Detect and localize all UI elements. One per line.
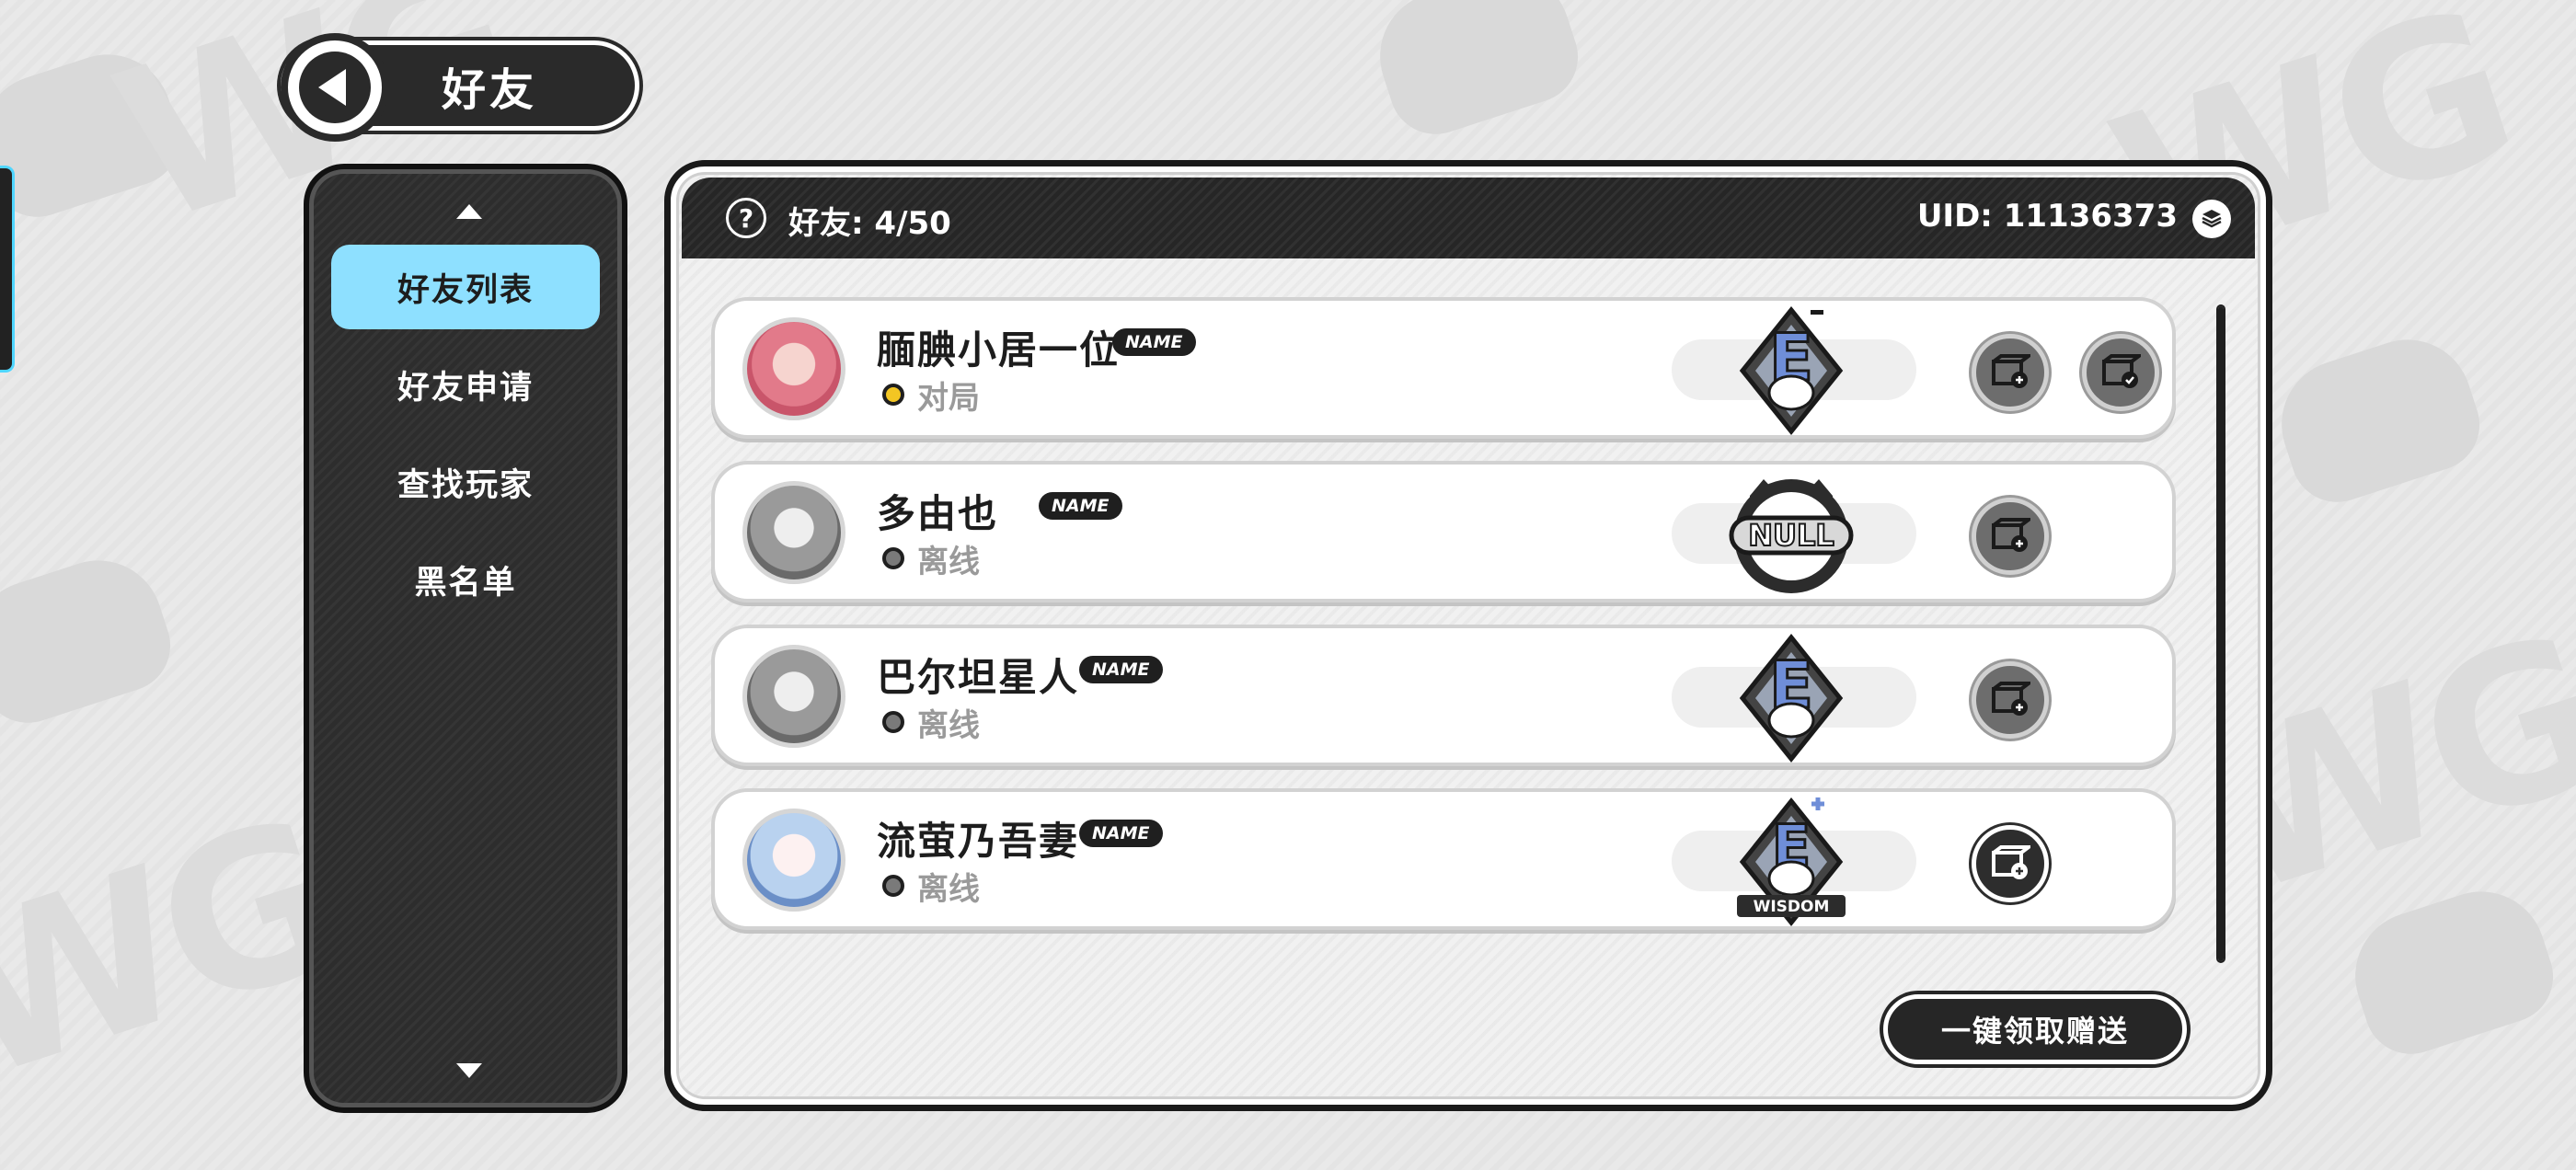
status-dot bbox=[882, 875, 904, 897]
scrollbar[interactable] bbox=[2216, 304, 2225, 963]
gift-box-icon bbox=[1992, 682, 2030, 716]
sidebar-item-friend-list[interactable]: 好友列表 bbox=[331, 245, 600, 329]
status-text: 离线 bbox=[917, 544, 980, 580]
player-name: 巴尔坦星人 bbox=[877, 655, 1080, 700]
svg-text:WISDOM: WISDOM bbox=[1754, 898, 1830, 916]
status-text: 离线 bbox=[917, 707, 980, 744]
svg-text:NULL: NULL bbox=[1748, 518, 1834, 553]
name-badge: NAME bbox=[1079, 820, 1163, 847]
gift-send-button[interactable] bbox=[1972, 498, 2049, 575]
gift-check-icon bbox=[2102, 354, 2141, 388]
list-item[interactable]: 多由也 NAME 离线 NULL bbox=[711, 461, 2176, 602]
scroll-down-icon[interactable] bbox=[456, 1063, 482, 1078]
rank-null-emblem-icon: NULL bbox=[1729, 479, 1854, 593]
claim-all-gifts-button[interactable]: 一键领取赠送 bbox=[1883, 994, 2187, 1064]
sidebar-item-friend-requests[interactable]: 好友申请 bbox=[331, 342, 600, 427]
list-item[interactable]: 流萤乃吾妻 NAME 离线 E WISDOM bbox=[711, 788, 2176, 930]
sidebar-item-find-player[interactable]: 查找玩家 bbox=[331, 440, 600, 524]
status-text: 离线 bbox=[917, 871, 980, 908]
avatar[interactable] bbox=[742, 645, 845, 748]
help-icon[interactable]: ? bbox=[726, 198, 766, 238]
back-arrow-icon bbox=[299, 52, 371, 123]
gift-send-button[interactable] bbox=[1972, 661, 2049, 739]
rank-e-emblem-icon: E bbox=[1739, 306, 1844, 435]
player-name: 腼腆小居一位 bbox=[877, 327, 1121, 373]
scrollbar-thumb[interactable] bbox=[2218, 306, 2224, 961]
rank-e-wisdom-emblem-icon: E WISDOM bbox=[1737, 797, 1846, 926]
page-title: 好友 bbox=[442, 64, 538, 116]
gift-box-icon bbox=[1992, 518, 2030, 552]
sidebar-item-blacklist[interactable]: 黑名单 bbox=[331, 537, 600, 622]
gift-box-icon bbox=[1992, 354, 2030, 388]
gift-box-icon bbox=[1992, 845, 2030, 879]
sidebar: 好友列表 好友申请 查找玩家 黑名单 bbox=[304, 164, 627, 1113]
list-item[interactable]: 巴尔坦星人 NAME 离线 E bbox=[711, 625, 2176, 766]
gift-send-button[interactable] bbox=[1972, 334, 2049, 411]
avatar[interactable] bbox=[742, 481, 845, 584]
friend-count: 好友: 4/50 bbox=[788, 205, 951, 242]
layers-icon[interactable] bbox=[2192, 200, 2231, 238]
status-dot bbox=[882, 711, 904, 733]
back-button[interactable] bbox=[281, 33, 389, 142]
status-text: 对局 bbox=[917, 380, 980, 417]
player-name: 多由也 bbox=[877, 491, 999, 536]
rank-e-emblem-icon: E bbox=[1739, 634, 1844, 763]
status-dot bbox=[882, 547, 904, 569]
avatar[interactable] bbox=[742, 317, 845, 420]
avatar[interactable] bbox=[742, 809, 845, 912]
name-badge: NAME bbox=[1039, 492, 1122, 520]
player-name: 流萤乃吾妻 bbox=[877, 819, 1080, 864]
gift-send-button[interactable] bbox=[1972, 825, 2049, 902]
name-badge: NAME bbox=[1079, 656, 1163, 683]
name-badge: NAME bbox=[1112, 328, 1196, 356]
status-dot bbox=[882, 384, 904, 406]
panel-header: ? 好友: 4/50 UID: 11136373 bbox=[682, 178, 2255, 258]
scroll-up-icon[interactable] bbox=[456, 204, 482, 219]
edge-tab[interactable] bbox=[0, 166, 15, 373]
uid-label: UID: 11136373 bbox=[1916, 198, 2178, 235]
gift-received-button[interactable] bbox=[2082, 334, 2159, 411]
friend-list-panel: ? 好友: 4/50 UID: 11136373 腼腆小居一位 NAME 对局 … bbox=[664, 160, 2272, 1111]
list-item[interactable]: 腼腆小居一位 NAME 对局 E bbox=[711, 297, 2176, 439]
